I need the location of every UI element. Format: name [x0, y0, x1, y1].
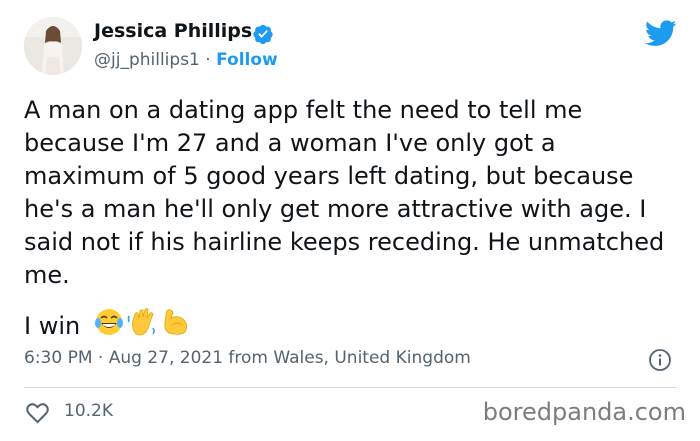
info-icon[interactable] — [648, 348, 672, 372]
tweet-closing-text: I win — [24, 312, 81, 340]
follow-button[interactable]: Follow — [216, 50, 278, 70]
twitter-bird-icon[interactable] — [645, 20, 677, 47]
avatar-image — [24, 17, 82, 75]
flexed-biceps-icon — [164, 309, 187, 335]
waving-hand-icon — [127, 308, 155, 336]
like-count[interactable]: 10.2K — [64, 401, 113, 421]
heart-icon[interactable] — [24, 399, 51, 426]
separator: · — [205, 50, 211, 70]
author-handle[interactable]: @jj_phillips1 — [94, 50, 200, 70]
face-with-tears-of-joy-icon — [95, 309, 123, 335]
tweet-text: A man on a dating app felt the need to t… — [24, 96, 665, 289]
watermark-text: boredpanda.com — [482, 398, 686, 426]
author-name[interactable]: Jessica Phillips — [94, 20, 252, 42]
divider — [24, 387, 676, 388]
handle-line: @jj_phillips1 · Follow — [94, 50, 278, 70]
verified-badge-icon — [253, 24, 273, 45]
tweet-timestamp[interactable]: 6:30 PM · Aug 27, 2021 from Wales, Unite… — [24, 348, 471, 368]
avatar[interactable] — [24, 17, 82, 75]
